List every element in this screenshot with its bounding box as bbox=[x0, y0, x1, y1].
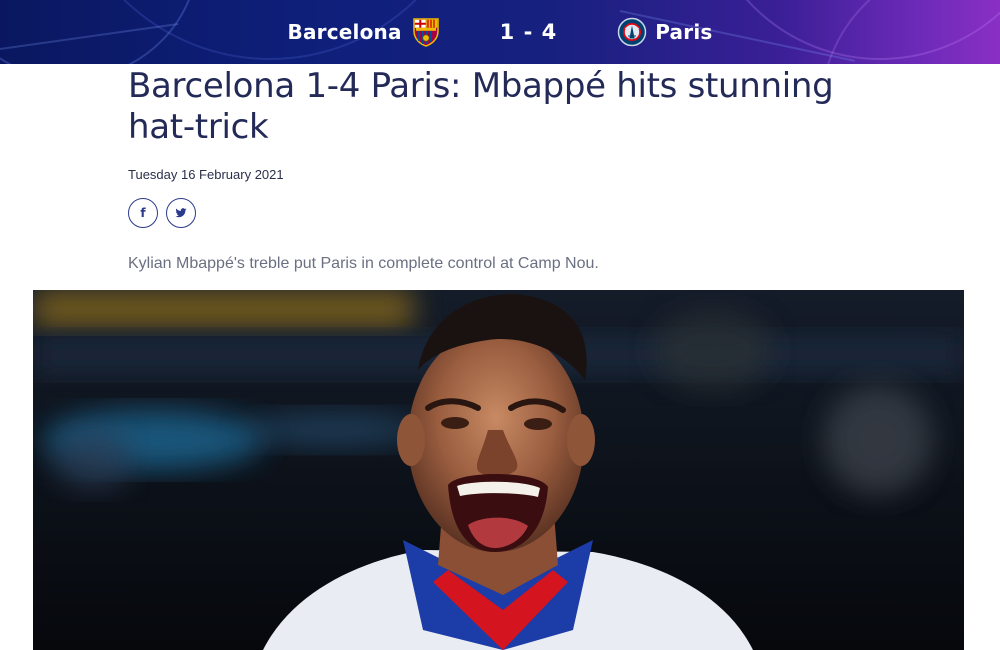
match-score-banner[interactable]: Barcelona 1 - 4 Paris bbox=[0, 0, 1000, 64]
article-headline: Barcelona 1-4 Paris: Mbappé hits stunnin… bbox=[128, 66, 834, 147]
share-buttons: f bbox=[128, 198, 888, 228]
away-team[interactable]: Paris bbox=[607, 17, 712, 47]
barcelona-crest-icon bbox=[412, 17, 440, 47]
home-team-name: Barcelona bbox=[287, 20, 402, 44]
psg-crest-icon bbox=[617, 17, 647, 47]
match-score: 1 - 4 bbox=[499, 20, 558, 44]
hero-photo bbox=[33, 290, 964, 650]
twitter-share-button[interactable] bbox=[166, 198, 196, 228]
home-team[interactable]: Barcelona bbox=[288, 17, 450, 47]
article-summary: Kylian Mbappé's treble put Paris in comp… bbox=[128, 255, 599, 272]
facebook-icon: f bbox=[140, 206, 146, 220]
article-date: Tuesday 16 February 2021 bbox=[128, 167, 284, 182]
twitter-icon bbox=[175, 207, 187, 219]
article: Barcelona 1-4 Paris: Mbappé hits stunnin… bbox=[128, 66, 888, 273]
score-row: Barcelona 1 - 4 Paris bbox=[0, 0, 1000, 64]
article-hero-image bbox=[33, 290, 964, 650]
facebook-share-button[interactable]: f bbox=[128, 198, 158, 228]
away-team-name: Paris bbox=[655, 20, 713, 44]
